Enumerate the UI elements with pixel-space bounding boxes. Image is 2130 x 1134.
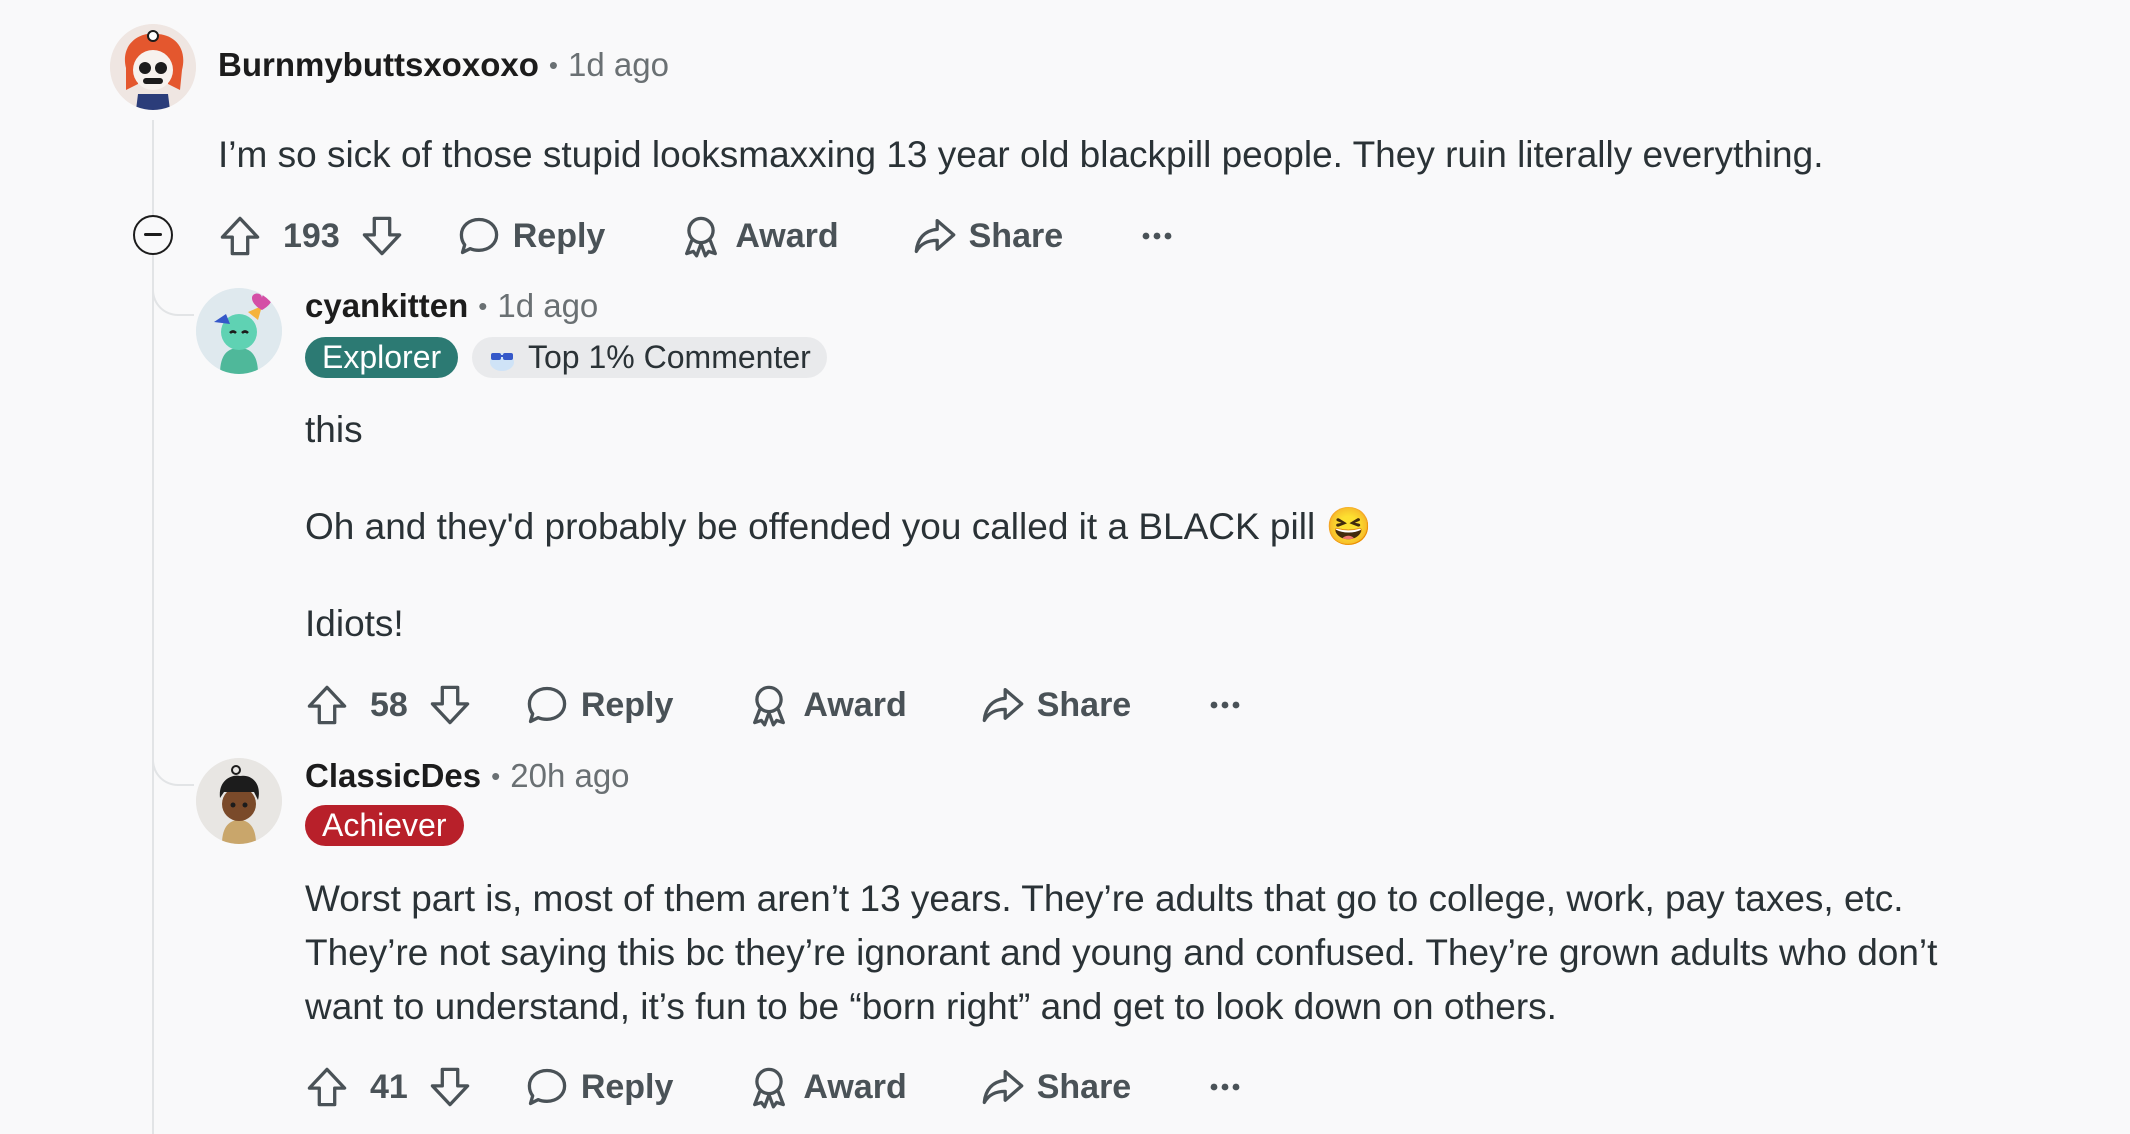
upvote-button[interactable] <box>305 1065 349 1109</box>
comment-meta: ClassicDes • 20h ago <box>305 757 630 795</box>
avatar-image <box>196 758 282 844</box>
comment-body: Idiots! <box>305 603 404 644</box>
avatar[interactable] <box>196 758 282 844</box>
user-flair[interactable]: Explorer <box>305 337 459 378</box>
more-icon <box>1205 1067 1245 1107</box>
badge-label: Top 1% Commenter <box>528 339 811 375</box>
avatar[interactable] <box>110 24 196 110</box>
upvote-button[interactable] <box>218 214 262 258</box>
upvote-icon <box>305 1065 349 1109</box>
reply-icon <box>525 1065 569 1109</box>
award-icon <box>679 214 723 258</box>
vote-count: 58 <box>370 685 408 724</box>
avatar-image <box>110 24 196 110</box>
upvote-icon <box>218 214 262 258</box>
comment-body: They’re not saying this bc they’re ignor… <box>305 932 1938 973</box>
thread-connector <box>152 730 194 786</box>
share-icon <box>981 683 1025 727</box>
reply-label: Reply <box>512 216 606 255</box>
reply-label: Reply <box>580 685 674 724</box>
thread-connector <box>152 260 194 316</box>
comment-body: Worst part is, most of them aren’t 13 ye… <box>305 878 1904 919</box>
reply-label: Reply <box>580 1067 674 1106</box>
award-icon <box>747 683 791 727</box>
more-icon <box>1205 685 1245 725</box>
comment-actions: 41 Reply Award Share <box>305 1057 1245 1117</box>
timestamp[interactable]: 1d ago <box>497 287 598 325</box>
timestamp[interactable]: 20h ago <box>510 757 629 795</box>
more-options-button[interactable] <box>1205 685 1245 725</box>
share-icon <box>981 1065 1025 1109</box>
comment-meta: cyankitten • 1d ago <box>305 287 598 325</box>
downvote-icon <box>428 683 472 727</box>
comment-meta: Burnmybuttsxoxoxo • 1d ago <box>218 46 669 84</box>
reply-button[interactable]: Reply <box>525 683 674 727</box>
more-options-button[interactable] <box>1205 1067 1245 1107</box>
share-label: Share <box>1036 1067 1132 1106</box>
award-label: Award <box>803 685 907 724</box>
meta-separator: • <box>491 760 501 791</box>
username[interactable]: ClassicDes <box>305 757 481 795</box>
share-icon <box>913 214 957 258</box>
meta-separator: • <box>548 49 558 80</box>
vote-count: 41 <box>370 1067 408 1106</box>
comment-body: want to understand, it’s fun to be “born… <box>305 986 1557 1027</box>
comment-body: I’m so sick of those stupid looksmaxxing… <box>218 134 1824 175</box>
award-button[interactable]: Award <box>679 214 839 258</box>
award-label: Award <box>735 216 839 255</box>
avatar[interactable] <box>196 288 282 374</box>
comment-body: Oh and they'd probably be offended you c… <box>305 506 1372 547</box>
downvote-button[interactable] <box>360 214 404 258</box>
comment-body: this <box>305 409 363 450</box>
downvote-icon <box>360 214 404 258</box>
more-icon <box>1137 216 1177 256</box>
reply-button[interactable]: Reply <box>525 1065 674 1109</box>
reply-icon <box>457 214 501 258</box>
comment-actions: 58 Reply Award Share <box>305 675 1245 735</box>
share-button[interactable]: Share <box>981 1065 1132 1109</box>
meta-separator: • <box>478 290 488 321</box>
sunglasses-icon <box>490 352 514 371</box>
share-button[interactable]: Share <box>981 683 1132 727</box>
more-options-button[interactable] <box>1137 216 1177 256</box>
award-icon <box>747 1065 791 1109</box>
share-button[interactable]: Share <box>913 214 1064 258</box>
share-label: Share <box>968 216 1064 255</box>
upvote-icon <box>305 683 349 727</box>
timestamp[interactable]: 1d ago <box>568 46 669 84</box>
downvote-icon <box>428 1065 472 1109</box>
reply-button[interactable]: Reply <box>457 214 606 258</box>
user-flair[interactable]: Achiever <box>305 805 464 846</box>
share-label: Share <box>1036 685 1132 724</box>
downvote-button[interactable] <box>428 1065 472 1109</box>
award-button[interactable]: Award <box>747 683 907 727</box>
upvote-button[interactable] <box>305 683 349 727</box>
award-button[interactable]: Award <box>747 1065 907 1109</box>
comment-actions: 193 Reply Award Share <box>218 206 1177 266</box>
collapse-thread-button[interactable] <box>133 215 173 255</box>
username[interactable]: cyankitten <box>305 287 468 325</box>
top-commenter-badge[interactable]: Top 1% Commenter <box>472 337 827 378</box>
vote-count: 193 <box>283 216 340 255</box>
award-label: Award <box>803 1067 907 1106</box>
avatar-image <box>196 288 282 374</box>
downvote-button[interactable] <box>428 683 472 727</box>
reply-icon <box>525 683 569 727</box>
username[interactable]: Burnmybuttsxoxoxo <box>218 46 539 84</box>
